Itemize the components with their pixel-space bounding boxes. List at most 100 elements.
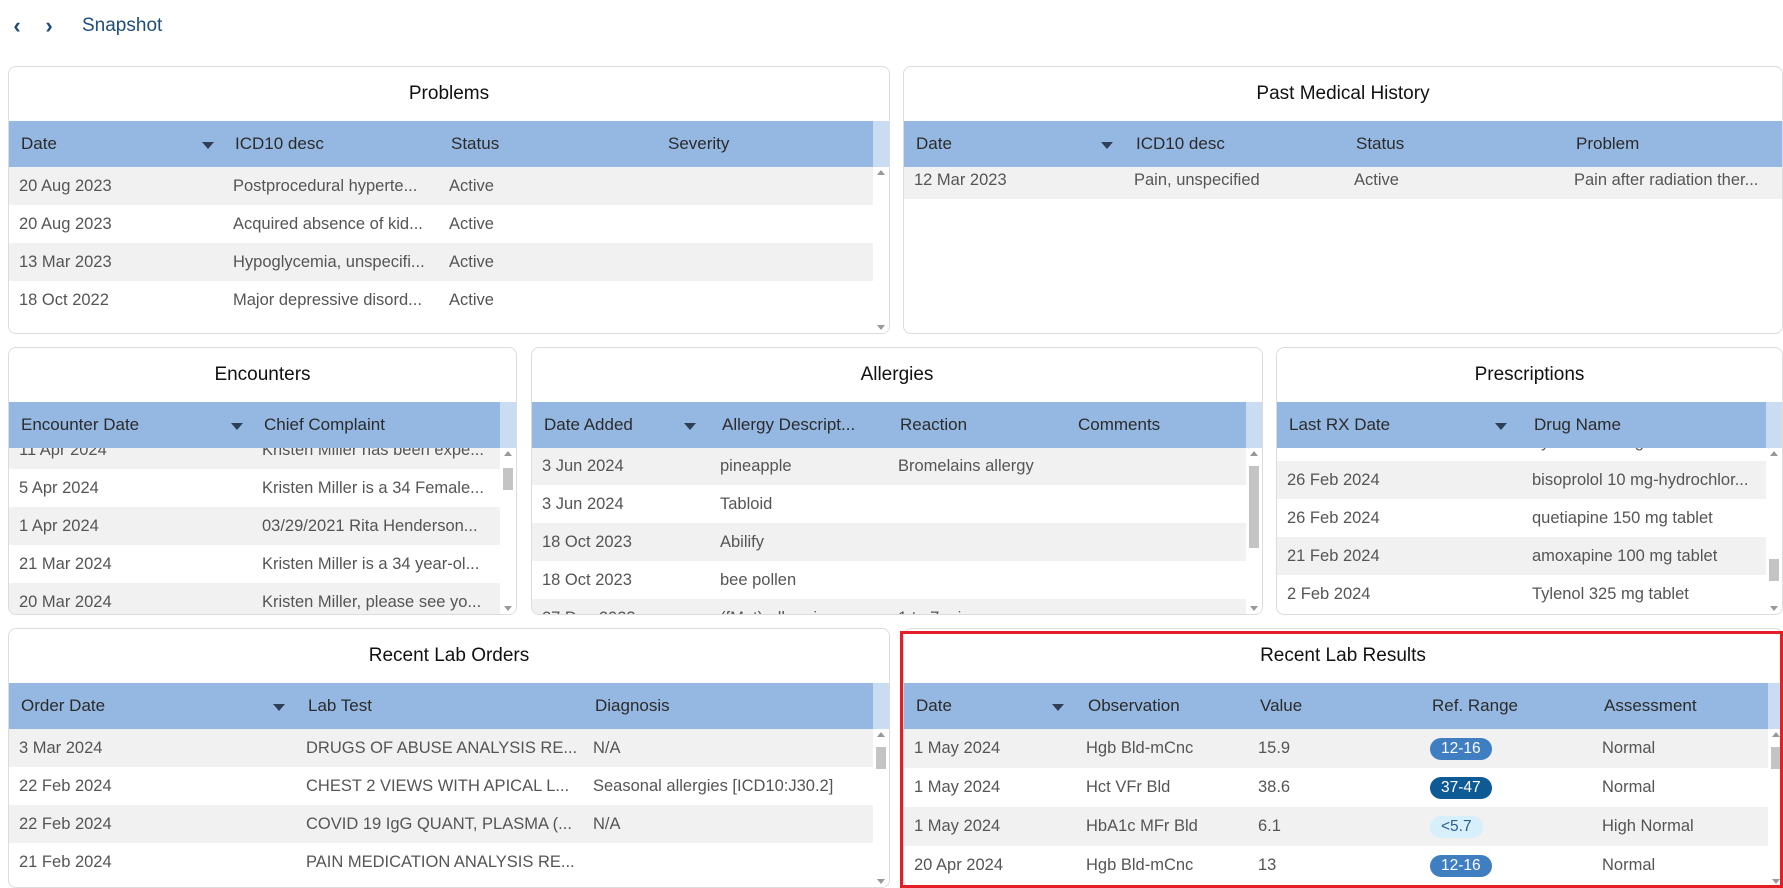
chevron-right-icon[interactable]: › bbox=[38, 14, 60, 38]
scrollbar-thumb[interactable] bbox=[1769, 559, 1779, 581]
scrollbar-thumb[interactable] bbox=[1249, 466, 1259, 548]
caret-down-icon[interactable] bbox=[684, 423, 696, 430]
caret-down-icon[interactable] bbox=[1052, 704, 1064, 711]
column-header-chief-complaint[interactable]: Chief Complaint bbox=[264, 402, 385, 448]
column-header-status[interactable]: Status bbox=[451, 121, 499, 167]
table-row[interactable]: 1 May 2024 HbA1c MFr Bld 6.1 <5.7 High Norma… bbox=[904, 807, 1768, 846]
scroll-up-arrow-icon[interactable] bbox=[1772, 732, 1780, 737]
column-header-allergy-descript[interactable]: Allergy Descript... bbox=[722, 402, 855, 448]
table-row[interactable]: 22 Feb 2024 CHEST 2 VIEWS WITH APICAL L..… bbox=[9, 767, 873, 805]
scrollbar-thumb[interactable] bbox=[876, 747, 886, 769]
cell-chief-complaint: Kristen Miller, please see yo... bbox=[262, 593, 482, 611]
vertical-scrollbar[interactable] bbox=[1246, 448, 1262, 614]
table-row[interactable]: 21 Mar 2024 Kristen Miller is a 34 year-o… bbox=[9, 545, 500, 583]
caret-down-icon[interactable] bbox=[1101, 142, 1113, 149]
table-row[interactable]: 12 Mar 2023 Pain, unspecified Active Pain a… bbox=[904, 167, 1782, 199]
header-scroll-gap bbox=[500, 402, 516, 448]
column-header-assessment[interactable]: Assessment bbox=[1604, 683, 1697, 729]
caret-down-icon[interactable] bbox=[273, 704, 285, 711]
column-header-lab-test[interactable]: Lab Test bbox=[308, 683, 372, 729]
column-header-drug-name[interactable]: Drug Name bbox=[1534, 402, 1621, 448]
table-row[interactable]: 21 Feb 2024 amoxapine 100 mg tablet bbox=[1277, 537, 1766, 575]
column-header-last-rx-date[interactable]: Last RX Date bbox=[1289, 402, 1390, 448]
column-header-encounter-date[interactable]: Encounter Date bbox=[21, 402, 139, 448]
table-row[interactable]: 3 Jun 2024 Tabloid bbox=[532, 485, 1246, 523]
table-row[interactable]: 20 Mar 2024 Kristen Miller, please see yo… bbox=[9, 583, 500, 614]
vertical-scrollbar[interactable] bbox=[873, 167, 889, 333]
column-header-date[interactable]: Date bbox=[916, 121, 952, 167]
cell-observation: Hgb Bld-mCnc bbox=[1086, 739, 1194, 757]
scroll-up-arrow-icon[interactable] bbox=[877, 732, 885, 737]
top-bar: ‹ › Snapshot bbox=[0, 0, 1783, 56]
scroll-down-arrow-icon[interactable] bbox=[1772, 879, 1780, 884]
cell-value: 38.6 bbox=[1258, 778, 1291, 796]
scrollbar-thumb[interactable] bbox=[503, 468, 513, 490]
column-header-icd10-desc[interactable]: ICD10 desc bbox=[235, 121, 324, 167]
scrollbar-thumb[interactable] bbox=[1771, 747, 1781, 769]
vertical-scrollbar[interactable] bbox=[1766, 448, 1782, 614]
table-row[interactable]: 18 Oct 2023 Abilify bbox=[532, 523, 1246, 561]
column-header-date[interactable]: Date bbox=[21, 121, 57, 167]
cell-allergy-descript: Tabloid bbox=[720, 495, 773, 513]
chevron-left-icon[interactable]: ‹ bbox=[6, 14, 28, 38]
cell-reaction: Bromelains allergy bbox=[898, 457, 1034, 475]
table-row[interactable]: 18 Oct 2023 bee pollen bbox=[532, 561, 1246, 599]
column-header-observation[interactable]: Observation bbox=[1088, 683, 1180, 729]
table-row[interactable]: 2 Feb 2024 Tylenol 325 mg tablet bbox=[1277, 575, 1766, 613]
caret-down-icon[interactable] bbox=[231, 423, 243, 430]
cell-date: 20 Apr 2024 bbox=[914, 856, 1003, 874]
column-header-severity[interactable]: Severity bbox=[668, 121, 729, 167]
column-header-date-added[interactable]: Date Added bbox=[544, 402, 633, 448]
table-row[interactable]: 3 Mar 2024 DRUGS OF ABUSE ANALYSIS RE... N… bbox=[9, 729, 873, 767]
vertical-scrollbar[interactable] bbox=[500, 448, 516, 614]
table-row[interactable]: 20 Apr 2024 Hgb Bld-mCnc 13 12-16 Normal bbox=[904, 846, 1768, 885]
column-header-status[interactable]: Status bbox=[1356, 121, 1404, 167]
table-row[interactable]: 26 Feb 2024 quetiapine 150 mg tablet bbox=[1277, 499, 1766, 537]
scroll-up-arrow-icon[interactable] bbox=[877, 170, 885, 175]
caret-down-icon[interactable] bbox=[202, 142, 214, 149]
table-row[interactable]: 1 May 2024 Hgb Bld-mCnc 15.9 12-16 Normal bbox=[904, 729, 1768, 768]
scroll-down-arrow-icon[interactable] bbox=[504, 606, 512, 611]
table-row[interactable]: 27 Dec 2023 (fMet)-albumin 1 to 7 mi... bbox=[532, 599, 1246, 614]
table-row[interactable]: 3 Jun 2024 pineapple Bromelains allergy bbox=[532, 448, 1246, 485]
table-row[interactable]: 5 Apr 2024 Kristen Miller is a 34 Female.… bbox=[9, 469, 500, 507]
table-row[interactable]: 22 Feb 2024 COVID 19 IgG QUANT, PLASMA (.… bbox=[9, 805, 873, 843]
vertical-scrollbar[interactable] bbox=[873, 729, 889, 887]
column-header-ref-range[interactable]: Ref. Range bbox=[1432, 683, 1518, 729]
table-row[interactable]: 20 Aug 2023 Postprocedural hyperte... Acti… bbox=[9, 167, 873, 205]
cell-drug-name: Tylenol 500 mg bbox=[1532, 448, 1756, 461]
table-row[interactable]: 21 Feb 2024 PAIN MEDICATION ANALYSIS RE..… bbox=[9, 843, 873, 881]
scroll-up-arrow-icon[interactable] bbox=[504, 451, 512, 456]
cell-status: Active bbox=[449, 291, 494, 309]
vertical-scrollbar[interactable] bbox=[1768, 729, 1782, 887]
column-header-order-date[interactable]: Order Date bbox=[21, 683, 105, 729]
column-header-comments[interactable]: Comments bbox=[1078, 402, 1160, 448]
scroll-up-arrow-icon[interactable] bbox=[1770, 451, 1778, 456]
column-header-reaction[interactable]: Reaction bbox=[900, 402, 967, 448]
table-row[interactable]: 13 Mar 2023 Hypoglycemia, unspecifi... Act… bbox=[9, 243, 873, 281]
scroll-down-arrow-icon[interactable] bbox=[877, 879, 885, 884]
table-body: 3 Jun 2024 pineapple Bromelains allergy 3 J… bbox=[532, 448, 1246, 614]
scroll-up-arrow-icon[interactable] bbox=[1250, 451, 1258, 456]
caret-down-icon[interactable] bbox=[1495, 423, 1507, 430]
column-header-problem[interactable]: Problem bbox=[1576, 121, 1639, 167]
scroll-down-arrow-icon[interactable] bbox=[1250, 606, 1258, 611]
scroll-down-arrow-icon[interactable] bbox=[1770, 606, 1778, 611]
cell-lab-test: PAIN MEDICATION ANALYSIS RE... bbox=[306, 853, 575, 871]
table-row[interactable]: 1 May 2024 Hct VFr Bld 38.6 37-47 Normal bbox=[904, 768, 1768, 807]
column-header-icd10-desc[interactable]: ICD10 desc bbox=[1136, 121, 1225, 167]
column-header-date[interactable]: Date bbox=[916, 683, 952, 729]
panel-title: Allergies bbox=[860, 364, 934, 385]
scroll-down-arrow-icon[interactable] bbox=[877, 325, 885, 330]
table-row[interactable]: 26 Feb 2024 bisoprolol 10 mg-hydrochlor..… bbox=[1277, 461, 1766, 499]
cell-status: Active bbox=[449, 253, 494, 271]
column-header-value[interactable]: Value bbox=[1260, 683, 1302, 729]
table-row[interactable]: Tylenol 500 mg bbox=[1277, 448, 1766, 461]
column-header-diagnosis[interactable]: Diagnosis bbox=[595, 683, 670, 729]
table-row[interactable]: 20 Aug 2023 Acquired absence of kid... Act… bbox=[9, 205, 873, 243]
table-row[interactable]: 11 Apr 2024 Kristen Miller has been expe.… bbox=[9, 448, 500, 469]
cell-value: 6.1 bbox=[1258, 817, 1281, 835]
table-row[interactable]: 18 Oct 2022 Major depressive disord... Act… bbox=[9, 281, 873, 319]
cell-order-date: 22 Feb 2024 bbox=[19, 815, 112, 833]
table-row[interactable]: 1 Apr 2024 03/29/2021 Rita Henderson... bbox=[9, 507, 500, 545]
